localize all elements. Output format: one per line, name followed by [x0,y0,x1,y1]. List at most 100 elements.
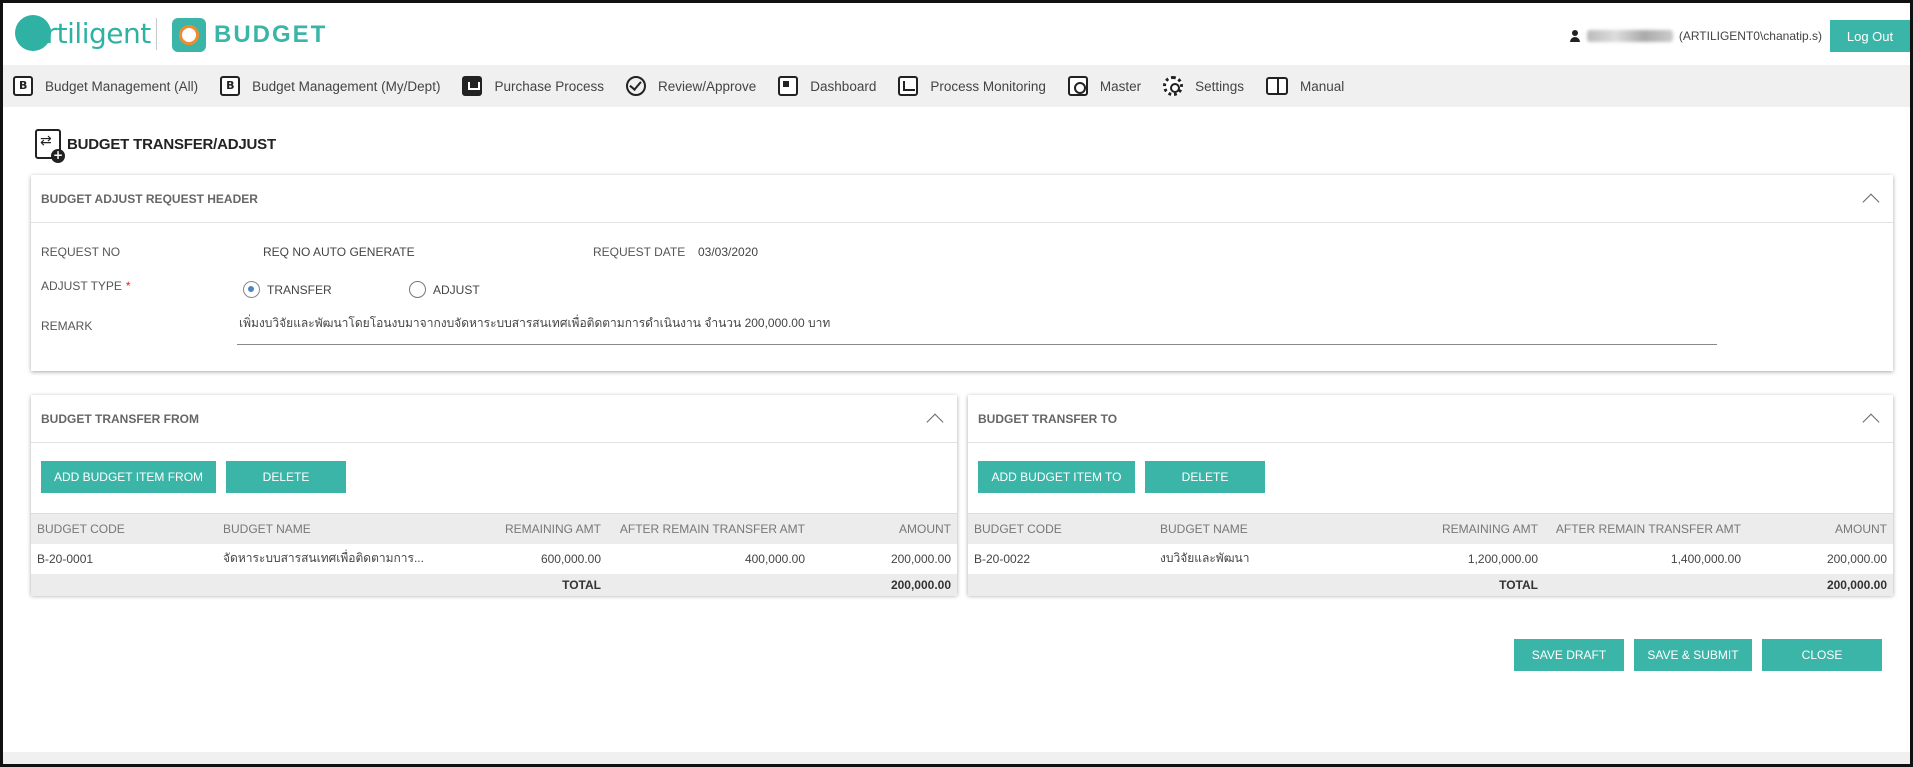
bottom-strip [3,752,1910,764]
check-circle-icon [626,76,646,96]
nav-master[interactable]: Master [1067,76,1142,96]
col-after-remain: AFTER REMAIN TRANSFER AMT [607,513,811,544]
request-date-value: 03/03/2020 [698,245,759,259]
nav-budget-management-all[interactable]: B Budget Management (All) [13,76,198,96]
radio-transfer[interactable]: TRANSFER [243,281,332,298]
radio-adjust[interactable]: ADJUST [409,281,480,298]
nav-dashboard[interactable]: Dashboard [778,76,876,96]
add-budget-item-to-button[interactable]: ADD BUDGET ITEM TO [978,461,1135,493]
nav-purchase-process[interactable]: Purchase Process [462,76,604,96]
book-icon [1265,77,1288,95]
col-remaining-amt: REMAINING AMT [437,513,607,544]
col-budget-code: BUDGET CODE [31,513,217,544]
nav-label: Budget Management (All) [45,78,199,94]
cell-budget-name: จัดหาระบบสารสนเทศเพื่อติดตามการ... [223,551,424,565]
delete-from-button[interactable]: DELETE [226,461,346,493]
cell-remaining: 600,000.00 [540,551,601,566]
nav-label: Review/Approve [658,78,757,94]
app-window: artiligent BUDGET (ARTILIGENT0\chanatip.… [0,0,1913,767]
col-remaining-amt: REMAINING AMT [1374,513,1544,544]
panel-title: BUDGET TRANSFER TO [978,411,1118,426]
delete-to-button[interactable]: DELETE [1145,461,1265,493]
nav-budget-management-dept[interactable]: B Budget Management (My/Dept) [220,76,440,96]
table-row[interactable]: B-20-0022 งบวิจัยและพัฒนา 1,200,000.00 1… [968,544,1893,574]
page-title-text: BUDGET TRANSFER/ADJUST [67,135,276,153]
table-header-row: BUDGET CODE BUDGET NAME REMAINING AMT AF… [968,513,1893,544]
nav-manual[interactable]: Manual [1265,77,1345,95]
col-budget-name: BUDGET NAME [1154,513,1374,544]
collapse-chevron-icon[interactable] [926,413,944,430]
total-amount: 200,000.00 [1747,573,1893,596]
transfer-to-panel: BUDGET TRANSFER TO ADD BUDGET ITEM TO DE… [968,395,1893,596]
cell-after: 1,400,000.00 [1670,551,1741,566]
panel-title: BUDGET ADJUST REQUEST HEADER [41,191,258,206]
user-account: (ARTILIGENT0\chanatip.s) [1678,29,1822,43]
budget-all-icon: B [13,76,33,96]
cell-budget-code: B-20-0001 [37,551,94,566]
top-bar: artiligent BUDGET (ARTILIGENT0\chanatip.… [3,3,1910,65]
dashboard-icon [778,76,799,96]
collapse-chevron-icon[interactable] [1862,413,1880,430]
nav-label: Master [1099,78,1142,94]
cell-budget-name: งบวิจัยและพัฒนา [1160,551,1250,565]
budget-logo: BUDGET [172,18,327,52]
purchase-icon [462,76,483,96]
request-no-value: REQ NO AUTO GENERATE [263,245,415,259]
page-title: + BUDGET TRANSFER/ADJUST [35,129,276,163]
close-button[interactable]: CLOSE [1762,639,1882,671]
request-date-label: REQUEST DATE [593,245,686,259]
transfer-from-panel-head: BUDGET TRANSFER FROM [31,395,957,443]
nav-settings[interactable]: Settings [1163,76,1244,96]
transfer-add-icon: + [35,129,65,163]
logout-button[interactable]: Log Out [1830,20,1910,52]
radio-transfer-label: TRANSFER [267,282,332,297]
nav-label: Manual [1299,78,1345,94]
artiligent-logo: artiligent [15,13,151,53]
safe-icon [1067,76,1088,96]
remark-input[interactable] [237,313,1717,345]
panel-title: BUDGET TRANSFER FROM [41,411,199,426]
col-budget-code: BUDGET CODE [968,513,1154,544]
remark-label: REMARK [41,319,93,333]
cell-amount: 200,000.00 [1826,551,1887,566]
gear-icon [1163,76,1184,96]
cell-after: 400,000.00 [744,551,805,566]
save-submit-button[interactable]: SAVE & SUBMIT [1634,639,1752,671]
monitoring-icon [898,76,919,96]
adjust-type-label: ADJUST TYPE * [41,279,131,293]
transfer-to-table: BUDGET CODE BUDGET NAME REMAINING AMT AF… [968,513,1893,596]
save-draft-button[interactable]: SAVE DRAFT [1514,639,1624,671]
budget-logo-icon [172,18,206,52]
request-header-panel: BUDGET ADJUST REQUEST HEADER REQUEST NO … [31,175,1893,371]
col-budget-name: BUDGET NAME [217,513,437,544]
cell-remaining: 1,200,000.00 [1467,551,1538,566]
col-amount: AMOUNT [1747,513,1893,544]
app-title: BUDGET [214,21,328,48]
nav-label: Settings [1195,78,1244,94]
table-header-row: BUDGET CODE BUDGET NAME REMAINING AMT AF… [31,513,957,544]
user-info: (ARTILIGENT0\chanatip.s) [1569,29,1822,43]
artiligent-logo-circle [15,15,51,51]
nav-label: Budget Management (My/Dept) [252,78,441,94]
nav-label: Process Monitoring [930,78,1046,94]
radio-adjust-control[interactable] [409,281,426,298]
radio-adjust-label: ADJUST [433,282,480,297]
table-total-row: TOTAL 200,000.00 [968,573,1893,596]
collapse-chevron-icon[interactable] [1862,193,1880,210]
main-nav: B Budget Management (All) B Budget Manag… [3,65,1910,107]
col-after-remain: AFTER REMAIN TRANSFER AMT [1544,513,1747,544]
col-amount: AMOUNT [811,513,957,544]
user-icon [1569,30,1581,42]
table-total-row: TOTAL 200,000.00 [31,573,957,596]
logo-divider [156,18,157,50]
user-name-blurred [1586,30,1673,42]
required-mark: * [125,279,131,293]
add-budget-item-from-button[interactable]: ADD BUDGET ITEM FROM [41,461,216,493]
nav-process-monitoring[interactable]: Process Monitoring [898,76,1046,96]
main-content: + BUDGET TRANSFER/ADJUST BUDGET ADJUST R… [17,107,1899,755]
total-amount: 200,000.00 [811,573,957,596]
table-row[interactable]: B-20-0001 จัดหาระบบสารสนเทศเพื่อติดตามกา… [31,544,957,574]
nav-review-approve[interactable]: Review/Approve [626,76,756,96]
nav-label: Purchase Process [494,78,604,94]
radio-transfer-control[interactable] [243,281,260,298]
